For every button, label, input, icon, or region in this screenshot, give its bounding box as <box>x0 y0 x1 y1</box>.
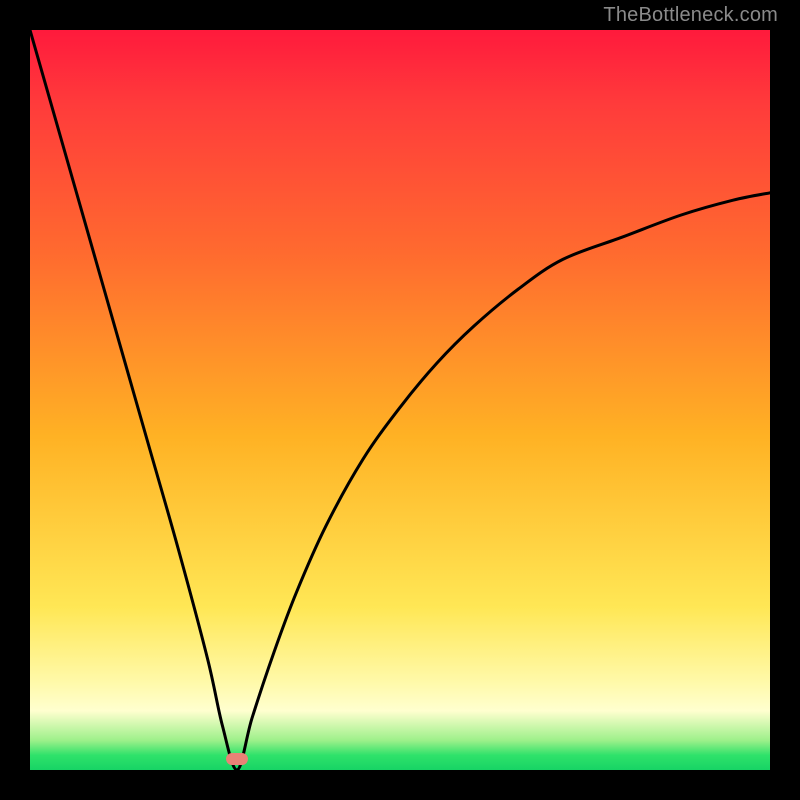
bottleneck-curve <box>30 30 770 770</box>
chart-frame: TheBottleneck.com <box>0 0 800 800</box>
plot-area <box>30 30 770 770</box>
optimal-marker <box>226 753 248 765</box>
watermark-text: TheBottleneck.com <box>603 4 778 27</box>
